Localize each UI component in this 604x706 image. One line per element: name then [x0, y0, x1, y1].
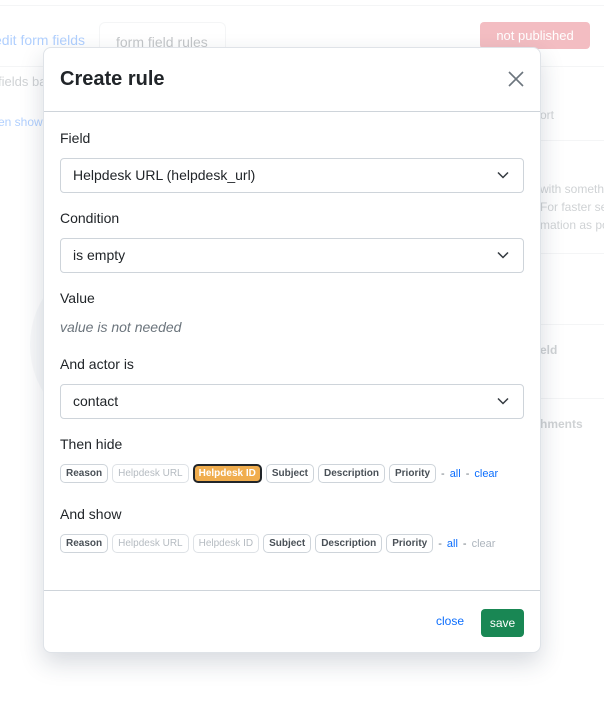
- then-hide-chips: Reason Helpdesk URL Helpdesk ID Subject …: [60, 464, 524, 483]
- actor-label: And actor is: [60, 356, 134, 372]
- bg-desc-line-2: For faster se: [540, 200, 604, 214]
- bg-divider: [530, 253, 604, 254]
- chevron-down-icon: [497, 397, 509, 405]
- show-chip-reason[interactable]: Reason: [60, 534, 109, 553]
- field-select-value: Helpdesk URL (helpdesk_url): [73, 167, 256, 183]
- modal-title: Create rule: [60, 68, 165, 90]
- status-badge: not published: [480, 22, 590, 49]
- create-rule-modal: Create rule Field Helpdesk URL (helpdesk…: [43, 47, 541, 653]
- hide-chip-description[interactable]: Description: [317, 464, 385, 483]
- field-select[interactable]: Helpdesk URL (helpdesk_url): [60, 158, 524, 193]
- hide-select-all-link[interactable]: all: [450, 468, 461, 480]
- bg-link-then-show[interactable]: en show: [0, 115, 43, 129]
- bg-desc-line-1: with someth: [540, 182, 604, 196]
- chevron-down-icon: [497, 251, 509, 259]
- hide-chip-helpdesk-id[interactable]: Helpdesk ID: [192, 464, 262, 483]
- bg-divider: [530, 140, 604, 141]
- condition-select[interactable]: is empty: [60, 238, 524, 273]
- field-label: Field: [60, 130, 91, 146]
- bg-divider: [530, 398, 604, 399]
- separator: -: [462, 537, 467, 550]
- hide-clear-link[interactable]: clear: [474, 468, 498, 480]
- hide-chip-subject[interactable]: Subject: [265, 464, 314, 483]
- bg-text-attachments: hments: [540, 417, 583, 431]
- close-x-icon[interactable]: [506, 69, 526, 89]
- and-show-chips: Reason Helpdesk URL Helpdesk ID Subject …: [60, 534, 524, 553]
- hide-chip-priority[interactable]: Priority: [389, 464, 437, 483]
- bg-desc-line-3: mation as po: [540, 218, 604, 232]
- bg-text-field: eld: [540, 343, 558, 357]
- separator: -: [441, 467, 445, 480]
- hide-chip-helpdesk-url[interactable]: Helpdesk URL: [112, 464, 189, 483]
- modal-header: Create rule: [44, 48, 540, 112]
- condition-label: Condition: [60, 210, 120, 226]
- and-show-label: And show: [60, 506, 122, 522]
- separator: -: [465, 467, 470, 480]
- bg-text-support: ort: [540, 108, 555, 122]
- value-label: Value: [60, 290, 95, 306]
- bg-text-fields: fields ba: [0, 74, 47, 89]
- bg-divider: [530, 324, 604, 325]
- value-hint: value is not needed: [60, 319, 182, 335]
- show-chip-subject[interactable]: Subject: [263, 534, 312, 553]
- show-chip-description[interactable]: Description: [315, 534, 383, 553]
- tab-edit-form-fields[interactable]: edit form fields: [0, 32, 85, 48]
- show-chip-priority[interactable]: Priority: [386, 534, 434, 553]
- hide-chip-reason[interactable]: Reason: [60, 464, 109, 483]
- close-button[interactable]: close: [436, 614, 464, 628]
- chevron-down-icon: [497, 171, 509, 179]
- modal-footer: close save: [44, 590, 540, 652]
- separator: -: [438, 537, 442, 550]
- then-hide-label: Then hide: [60, 436, 123, 452]
- save-button[interactable]: save: [481, 609, 524, 637]
- top-divider: [0, 5, 604, 6]
- show-select-all-link[interactable]: all: [447, 538, 458, 550]
- condition-select-value: is empty: [73, 247, 126, 263]
- show-clear-link[interactable]: clear: [472, 538, 496, 550]
- actor-select[interactable]: contact: [60, 384, 524, 419]
- actor-select-value: contact: [73, 393, 119, 409]
- show-chip-helpdesk-id[interactable]: Helpdesk ID: [192, 534, 260, 553]
- show-chip-helpdesk-url[interactable]: Helpdesk URL: [112, 534, 189, 553]
